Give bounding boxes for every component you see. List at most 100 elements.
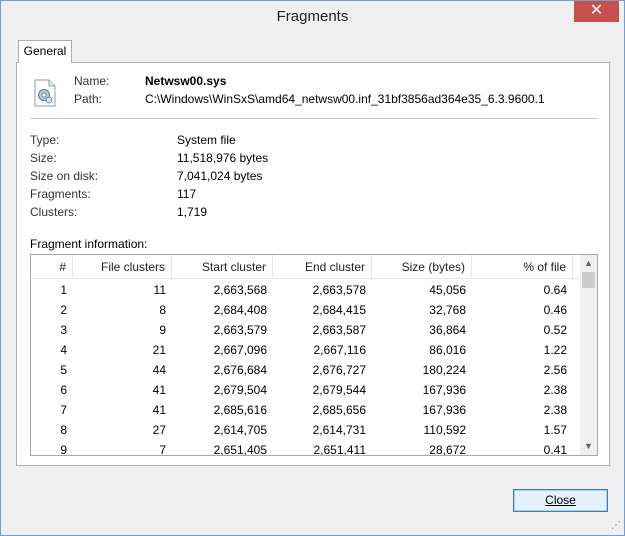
file-name: Netwsw00.sys: [145, 74, 227, 88]
fragments-dialog: Fragments ✕ General Name: Netwsw00.sys P…: [0, 0, 625, 536]
resize-grip-icon[interactable]: ⋰: [609, 520, 621, 532]
cell-size: 36,864: [429, 323, 466, 337]
cell-end-cluster: 2,667,116: [313, 343, 367, 357]
cell-end-cluster: 2,663,578: [312, 283, 366, 297]
column-header-file-clusters[interactable]: File clusters: [73, 255, 172, 279]
cell-end-cluster: 2,685,656: [312, 403, 366, 417]
cell-index: 3: [60, 323, 67, 337]
cell-index: 2: [60, 303, 67, 317]
tab-general[interactable]: General: [18, 40, 72, 63]
column-header-end-cluster[interactable]: End cluster: [273, 255, 372, 279]
cell-index: 7: [60, 403, 67, 417]
cell-index: 5: [60, 363, 67, 377]
size-value: 11,518,976 bytes: [177, 151, 269, 165]
cell-end-cluster: 2,676,727: [312, 363, 366, 377]
cell-end-cluster: 2,684,415: [312, 303, 366, 317]
table-row[interactable]: 5 44 2,676,684 2,676,727 180,224 2.56: [31, 360, 582, 380]
cell-start-cluster: 2,663,579: [213, 323, 267, 337]
column-header-percent[interactable]: % of file: [472, 255, 573, 279]
cell-percent: 2.38: [543, 383, 567, 397]
cell-start-cluster: 2,651,405: [213, 443, 267, 456]
cell-start-cluster: 2,685,616: [213, 403, 267, 417]
cell-size: 167,936: [422, 383, 466, 397]
column-header-index[interactable]: #: [31, 255, 73, 279]
fragment-info-label: Fragment information:: [30, 237, 148, 251]
clusters-value: 1,719: [177, 205, 208, 219]
fragment-table[interactable]: # File clusters Start cluster End cluste…: [30, 254, 598, 456]
cell-index: 8: [60, 423, 67, 437]
cell-start-cluster: 2,614,705: [213, 423, 267, 437]
table-header: # File clusters Start cluster End cluste…: [31, 255, 582, 279]
vertical-scrollbar[interactable]: ▲ ▼: [580, 255, 597, 455]
scroll-up-icon[interactable]: ▲: [580, 255, 597, 272]
cell-end-cluster: 2,663,587: [312, 323, 366, 337]
cell-size: 110,592: [423, 423, 467, 437]
fragments-value: 117: [177, 187, 197, 201]
cell-file-clusters: 9: [159, 323, 166, 337]
table-row[interactable]: 3 9 2,663,579 2,663,587 36,864 0.52: [31, 320, 582, 340]
cell-file-clusters: 7: [159, 443, 166, 456]
cell-percent: 1.57: [543, 423, 567, 437]
cell-file-clusters: 41: [152, 403, 166, 417]
cell-percent: 0.52: [543, 323, 567, 337]
table-row[interactable]: 1 11 2,663,568 2,663,578 45,056 0.64: [31, 280, 582, 300]
size-on-disk-label: Size on disk:: [30, 169, 99, 183]
separator: [30, 118, 598, 119]
general-panel: Name: Netwsw00.sys Path: C:\Windows\WinS…: [16, 62, 610, 466]
cell-start-cluster: 2,663,568: [213, 283, 267, 297]
close-button-label: Close: [545, 493, 576, 507]
cell-file-clusters: 11: [153, 283, 166, 297]
cell-index: 4: [60, 343, 67, 357]
close-button[interactable]: Close: [513, 489, 608, 512]
cell-start-cluster: 2,684,408: [213, 303, 267, 317]
cell-file-clusters: 27: [152, 423, 166, 437]
cell-percent: 2.56: [543, 363, 567, 377]
cell-file-clusters: 8: [159, 303, 166, 317]
cell-size: 32,768: [429, 303, 466, 317]
cell-file-clusters: 21: [152, 343, 166, 357]
cell-size: 28,672: [429, 443, 466, 456]
cell-percent: 0.41: [543, 443, 567, 456]
table-row[interactable]: 8 27 2,614,705 2,614,731 110,592 1.57: [31, 420, 582, 440]
column-header-size[interactable]: Size (bytes): [372, 255, 472, 279]
cell-start-cluster: 2,679,504: [213, 383, 267, 397]
table-row[interactable]: 7 41 2,685,616 2,685,656 167,936 2.38: [31, 400, 582, 420]
fragments-label: Fragments:: [30, 187, 91, 201]
cell-index: 6: [60, 383, 67, 397]
scroll-down-icon[interactable]: ▼: [580, 438, 597, 455]
window-title: Fragments: [276, 8, 349, 25]
window-close-icon[interactable]: ✕: [574, 1, 619, 22]
scrollbar-thumb[interactable]: [582, 272, 595, 288]
system-file-gear-icon: [34, 79, 56, 107]
cell-index: 1: [60, 283, 67, 297]
cell-start-cluster: 2,667,096: [213, 343, 267, 357]
title-bar[interactable]: Fragments ✕: [1, 1, 624, 32]
file-path: C:\Windows\WinSxS\amd64_netwsw00.inf_31b…: [145, 92, 545, 106]
cell-percent: 2.38: [543, 403, 567, 417]
cell-percent: 0.64: [543, 283, 567, 297]
cell-size: 167,936: [422, 403, 466, 417]
cell-size: 180,224: [422, 363, 466, 377]
cell-file-clusters: 41: [152, 383, 166, 397]
cell-size: 86,016: [429, 343, 466, 357]
type-label: Type:: [30, 133, 60, 147]
size-on-disk-value: 7,041,024 bytes: [177, 169, 263, 183]
cell-file-clusters: 44: [152, 363, 166, 377]
table-row[interactable]: 2 8 2,684,408 2,684,415 32,768 0.46: [31, 300, 582, 320]
cell-end-cluster: 2,651,411: [313, 443, 367, 456]
cell-size: 45,056: [429, 283, 466, 297]
size-label: Size:: [30, 151, 57, 165]
clusters-label: Clusters:: [30, 205, 78, 219]
cell-end-cluster: 2,614,731: [312, 423, 366, 437]
column-header-start-cluster[interactable]: Start cluster: [172, 255, 273, 279]
cell-start-cluster: 2,676,684: [213, 363, 267, 377]
table-row[interactable]: 4 21 2,667,096 2,667,116 86,016 1.22: [31, 340, 582, 360]
cell-index: 9: [60, 443, 67, 456]
cell-percent: 1.22: [543, 343, 567, 357]
type-value: System file: [177, 133, 236, 147]
path-label: Path:: [74, 92, 103, 106]
table-row[interactable]: 9 7 2,651,405 2,651,411 28,672 0.41: [31, 440, 582, 456]
cell-end-cluster: 2,679,544: [312, 383, 366, 397]
table-row[interactable]: 6 41 2,679,504 2,679,544 167,936 2.38: [31, 380, 582, 400]
cell-percent: 0.46: [543, 303, 567, 317]
